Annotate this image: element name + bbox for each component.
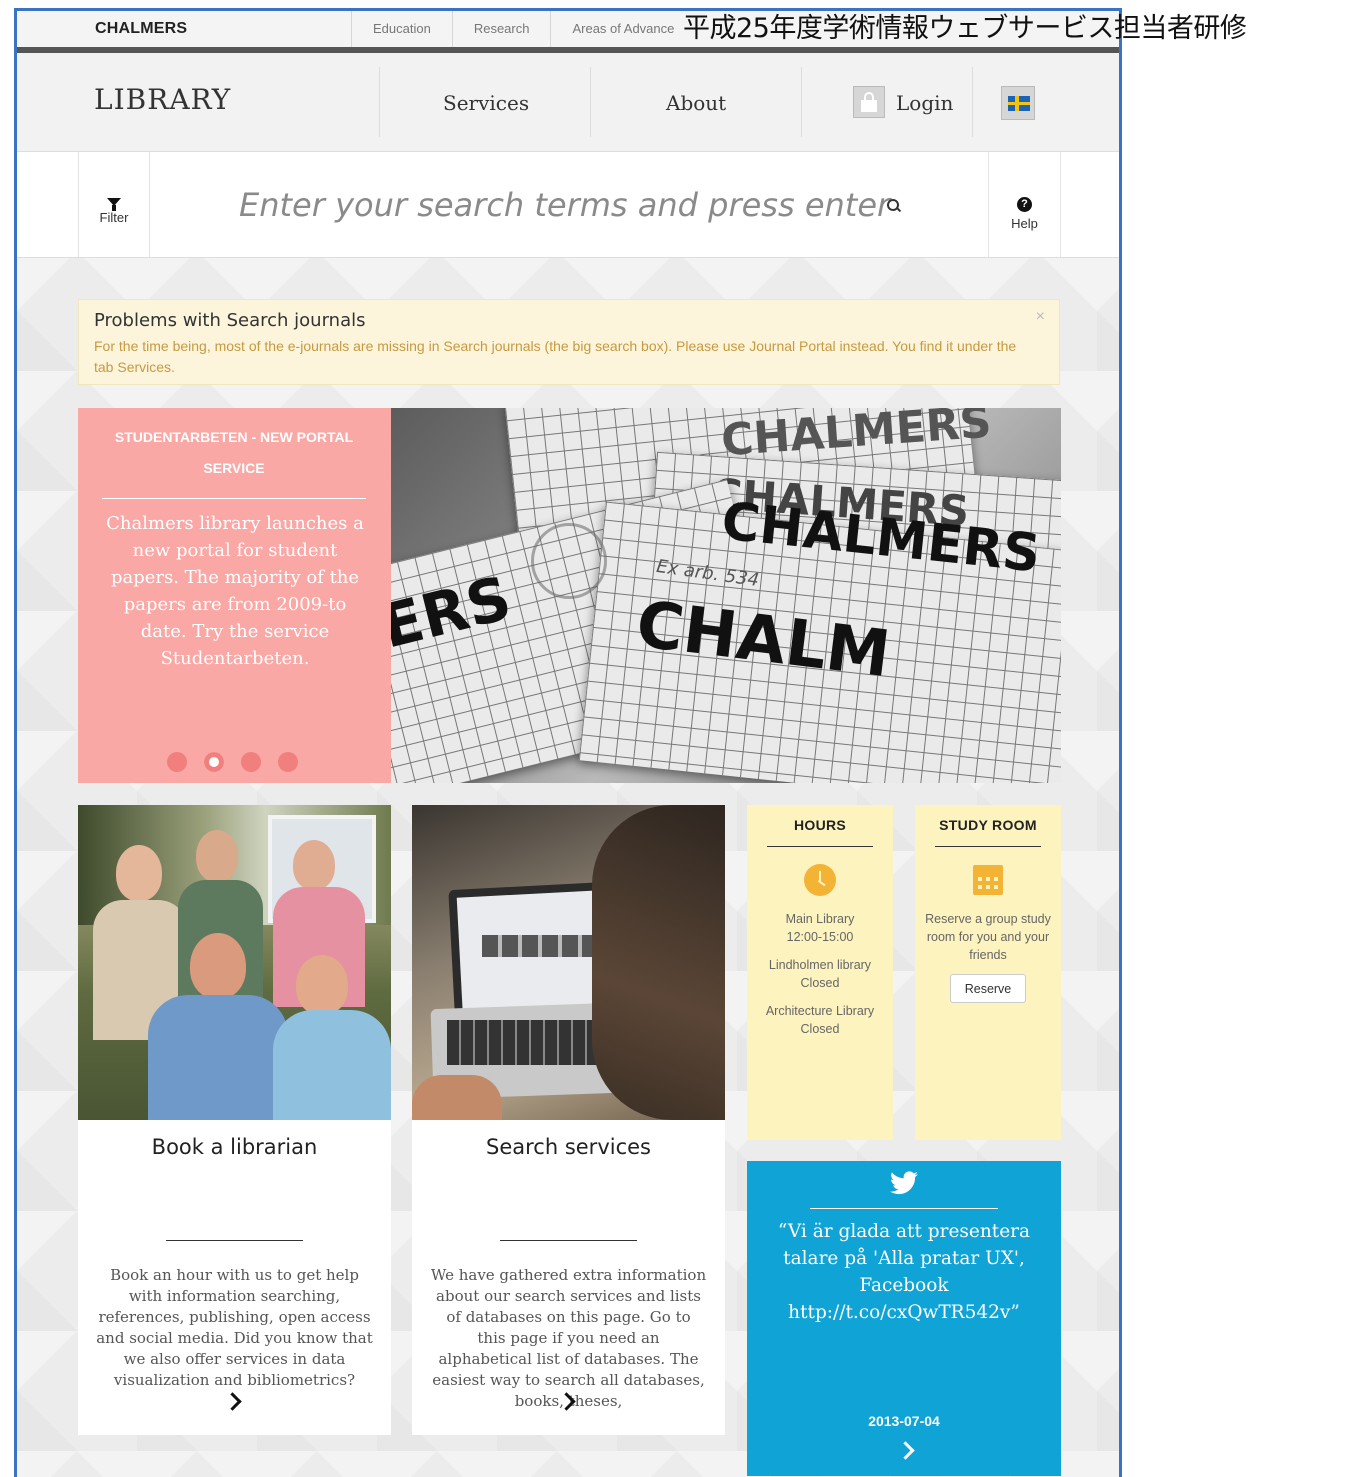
carousel-text: Chalmers library launches a new portal f… [106, 513, 364, 669]
alert-banner: Problems with Search journals For the ti… [78, 299, 1060, 385]
search-input[interactable] [167, 176, 967, 234]
top-link-education[interactable]: Education [351, 11, 452, 47]
library-logo[interactable]: LIBRARY [94, 83, 231, 116]
divider [810, 1208, 998, 1209]
library-name: Architecture Library [765, 1004, 875, 1018]
overlay-title: 平成25年度学術情報ウェブサービス担当者研修 [683, 13, 1247, 44]
twitter-icon[interactable] [890, 1171, 918, 1195]
nav-divider [590, 67, 591, 137]
filter-label: Filter [99, 210, 129, 225]
tile-text: Book an hour with us to get help with in… [96, 1266, 373, 1389]
tweet-date: 2013-07-04 [868, 1413, 940, 1429]
search-bar: Filter ? Help [17, 152, 1119, 258]
study-room-title: STUDY ROOM [939, 817, 1037, 833]
carousel-dot-active[interactable] [204, 752, 224, 772]
carousel-dots [167, 752, 298, 772]
reserve-button[interactable]: Reserve [950, 974, 1026, 1003]
help-button[interactable]: ? Help [988, 152, 1061, 257]
divider [166, 1240, 303, 1241]
tile-text: We have gathered extra information about… [430, 1266, 707, 1410]
divider [935, 846, 1041, 847]
help-icon: ? [1017, 197, 1032, 212]
hours-entry: Main Library 12:00-15:00 [753, 910, 887, 946]
lock-icon[interactable] [853, 86, 885, 118]
nav-login[interactable]: Login [896, 91, 953, 115]
library-name: Main Library [785, 912, 855, 926]
alert-body: For the time being, most of the e-journa… [94, 338, 1017, 375]
tweet-text: “Vi är glada att presentera talare på 'A… [777, 1221, 1031, 1323]
hours-title: HOURS [793, 817, 847, 833]
library-hours: Closed [800, 1022, 840, 1036]
news-carousel: STUDENTARBETEN - NEW PORTAL SERVICE Chal… [78, 408, 1061, 783]
close-icon[interactable]: × [1036, 308, 1045, 326]
divider [767, 846, 873, 847]
divider [500, 1240, 637, 1241]
nav-divider [379, 67, 380, 137]
alert-title: Problems with Search journals [94, 310, 366, 331]
hours-box: HOURS Main Library 12:00-15:00 Lindholme… [747, 805, 893, 1140]
swedish-flag-icon[interactable] [1001, 86, 1035, 120]
tile-title[interactable]: Book a librarian [78, 1135, 391, 1159]
carousel-caption-panel: STUDENTARBETEN - NEW PORTAL SERVICE Chal… [78, 408, 391, 783]
nav-services[interactable]: Services [443, 91, 529, 115]
top-links: Education Research Areas of Advance [351, 11, 695, 47]
hours-entry: Architecture Library Closed [753, 1002, 887, 1038]
carousel-image[interactable]: CHALMERS CHALMERS ERS CHALMERS Ex arb. 5… [391, 408, 1061, 783]
search-icon[interactable] [887, 199, 899, 211]
carousel-dot[interactable] [278, 752, 298, 772]
filter-icon [107, 198, 121, 211]
site-header: LIBRARY Services About Login [17, 53, 1119, 152]
seal-emblem [531, 523, 607, 599]
library-name: Lindholmen library [768, 958, 872, 972]
calendar-icon [973, 865, 1003, 895]
chevron-right-icon[interactable] [223, 1392, 242, 1411]
carousel-heading[interactable]: STUDENTARBETEN - NEW PORTAL SERVICE [102, 422, 366, 499]
laptop-photo[interactable] [412, 805, 725, 1120]
tile-title[interactable]: Search services [412, 1135, 725, 1159]
chalmers-brand[interactable]: CHALMERS [95, 20, 187, 38]
study-room-text: Reserve a group study room for you and y… [925, 912, 1051, 962]
top-link-areas-of-advance[interactable]: Areas of Advance [550, 11, 695, 47]
filter-button[interactable]: Filter [78, 152, 150, 257]
staff-photo[interactable] [78, 805, 391, 1120]
book-librarian-tile: Book a librarian Book an hour with us to… [78, 805, 391, 1435]
help-label: Help [1011, 216, 1038, 231]
clock-icon [804, 864, 836, 896]
twitter-box: “Vi är glada att presentera talare på 'A… [747, 1161, 1061, 1476]
carousel-dot[interactable] [167, 752, 187, 772]
search-services-tile: Search services We have gathered extra i… [412, 805, 725, 1435]
nav-about[interactable]: About [666, 91, 726, 115]
study-room-box: STUDY ROOM Reserve a group study room fo… [915, 805, 1061, 1140]
top-link-research[interactable]: Research [451, 11, 551, 47]
hours-entry: Lindholmen library Closed [753, 956, 887, 992]
nav-divider [801, 67, 802, 137]
carousel-dot[interactable] [241, 752, 261, 772]
nav-divider [972, 67, 973, 137]
chevron-right-icon[interactable] [896, 1441, 915, 1460]
library-hours: 12:00-15:00 [786, 930, 854, 944]
browser-frame: CHALMERS Education Research Areas of Adv… [14, 8, 1122, 1477]
library-hours: Closed [800, 976, 840, 990]
